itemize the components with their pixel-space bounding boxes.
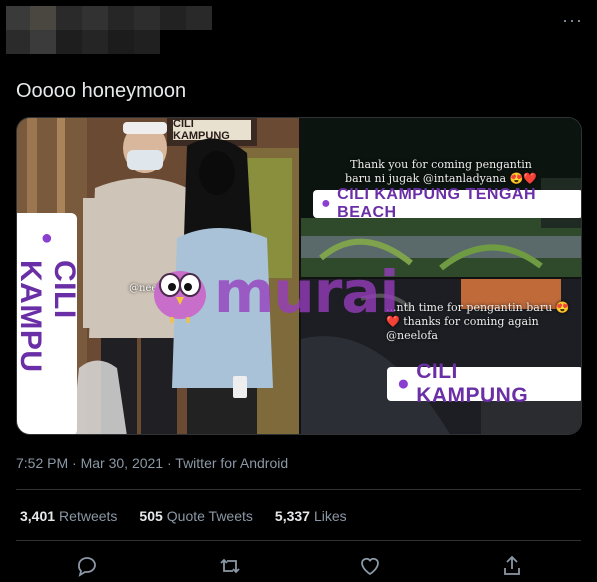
location-sticker-text: CILI KAMPU [17,260,81,373]
retweets-label: Retweets [59,508,118,524]
tweet-source[interactable]: Twitter for Android [175,455,288,471]
tweet-media-grid[interactable]: @neelofa ● CILI KAMPU CILI KAMPUNG Thank… [16,117,582,435]
mention-label: @neelofa [129,283,177,294]
likes-stat[interactable]: 5,337 Likes [275,508,347,524]
location-sticker-text: CILI KAMPUNG TENGAH BEACH [337,186,536,221]
quotes-count: 505 [139,508,163,524]
tweet-stats: 3,401 Retweets 505 Quote Tweets 5,337 Likes [20,508,347,524]
tweet-date[interactable]: Mar 30, 2021 [81,455,164,471]
divider [16,540,581,541]
location-pin-icon: ● [321,195,332,212]
quotes-label: Quote Tweets [166,508,253,524]
location-pin-icon: ● [397,372,411,395]
reply-icon[interactable] [75,554,99,578]
media-photo-left[interactable]: @neelofa ● CILI KAMPU CILI KAMPUNG [17,118,299,434]
media-photo-top-right[interactable]: Thank you for coming pengantin baru ni j… [301,118,581,277]
divider [16,489,581,490]
like-heart-icon[interactable] [358,554,382,578]
share-icon[interactable] [500,554,524,578]
media-photo-bottom-right[interactable]: ...nth time for pengantin baru 😍❤️ thank… [301,279,581,434]
tweet-meta: 7:52 PM · Mar 30, 2021 · Twitter for And… [16,455,288,471]
meta-separator: · [72,455,77,471]
likes-label: Likes [313,508,347,524]
quote-tweets-stat[interactable]: 505 Quote Tweets [139,508,253,524]
tweet-text: Ooooo honeymoon [16,80,187,102]
location-pin-icon: ● [40,227,54,249]
location-sticker-left: ● CILI KAMPU [17,213,81,434]
retweets-stat[interactable]: 3,401 Retweets [20,508,117,524]
location-sticker-top: ● CILI KAMPUNG TENGAH BEACH [313,186,581,221]
story-caption-top: Thank you for coming pengantin baru ni j… [345,158,537,185]
location-sticker-text: CILI KAMPUNG [416,360,529,407]
retweets-count: 3,401 [20,508,56,524]
blurred-user-header [6,6,216,56]
shop-sign: CILI KAMPUNG [173,118,230,142]
story-caption-bottom: ...nth time for pengantin baru 😍❤️ thank… [386,301,570,342]
tweet-action-bar [0,550,597,580]
more-options-icon[interactable]: ··· [562,11,583,29]
location-sticker-bottom: ● CILI KAMPUNG [387,360,581,407]
tweet-time[interactable]: 7:52 PM [16,455,68,471]
meta-separator: · [166,455,172,471]
retweet-icon[interactable] [218,554,242,578]
likes-count: 5,337 [274,508,310,524]
